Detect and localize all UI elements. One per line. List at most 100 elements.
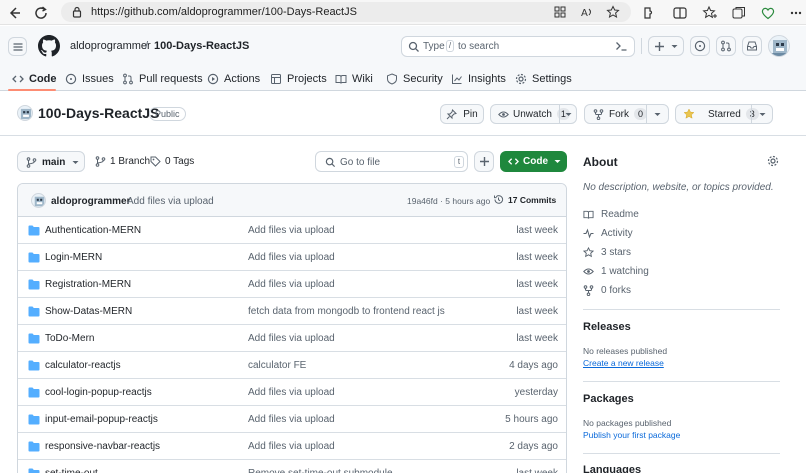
file-commit-message[interactable]: Add files via upload — [248, 441, 335, 452]
tab-security[interactable]: Security — [386, 71, 443, 87]
file-name-link[interactable]: Show-Datas-MERN — [45, 306, 132, 317]
go-to-file-shortcut: t — [454, 156, 464, 168]
more-menu-icon[interactable] — [788, 5, 804, 21]
read-aloud-icon[interactable]: A — [580, 5, 594, 19]
about-stars-link[interactable]: 3 stars — [583, 245, 631, 259]
about-watching-link[interactable]: 1 watching — [583, 264, 649, 278]
branch-select-button[interactable]: main — [17, 151, 85, 172]
publish-package-link[interactable]: Publish your first package — [583, 430, 680, 440]
fork-button[interactable]: Fork 0 — [584, 104, 669, 124]
releases-heading[interactable]: Releases — [583, 321, 631, 333]
create-release-link[interactable]: Create a new release — [583, 358, 664, 368]
extension-icon[interactable] — [641, 5, 657, 21]
unwatch-button[interactable]: Unwatch 1 — [490, 104, 577, 124]
file-name-link[interactable]: input-email-popup-reactjs — [45, 414, 158, 425]
file-name-link[interactable]: ToDo-Mern — [45, 333, 94, 344]
table-row[interactable]: Show-Datas-MERN fetch data from mongodb t… — [18, 298, 566, 325]
commit-meta[interactable]: 19a46fd · 5 hours ago — [407, 196, 490, 206]
lock-icon[interactable] — [71, 6, 83, 18]
tab-pull-requests[interactable]: Pull requests — [122, 71, 203, 87]
hamburger-menu-button[interactable] — [8, 37, 27, 56]
file-commit-message[interactable]: Add files via upload — [248, 387, 335, 398]
branches-link[interactable]: 1 Branch — [95, 156, 150, 167]
tab-wiki[interactable]: Wiki — [335, 71, 373, 87]
tab-insights[interactable]: Insights — [451, 71, 506, 87]
triangle-down-icon[interactable] — [564, 110, 573, 119]
table-row[interactable]: cool-login-popup-reactjs Add files via up… — [18, 379, 566, 406]
table-row[interactable]: input-email-popup-reactjs Add files via u… — [18, 406, 566, 433]
inbox-button[interactable] — [742, 36, 762, 56]
go-to-file-input[interactable]: Go to file t — [315, 151, 468, 172]
commit-message[interactable]: Add files via upload — [127, 196, 214, 207]
about-readme-link[interactable]: Readme — [583, 207, 639, 221]
file-commit-message[interactable]: Remove set-time-out submodule — [248, 468, 393, 473]
file-commit-message[interactable]: Add files via upload — [248, 333, 335, 344]
back-icon[interactable] — [5, 4, 23, 22]
about-activity-link[interactable]: Activity — [583, 226, 633, 240]
file-commit-date: 4 days ago — [509, 360, 558, 371]
commits-link[interactable]: 17 Commits — [493, 194, 556, 205]
issues-button[interactable] — [690, 36, 710, 56]
apps-icon[interactable] — [553, 5, 567, 19]
repo-link[interactable]: 100-Days-ReactJS — [154, 40, 249, 52]
file-commit-message[interactable]: Add files via upload — [248, 252, 335, 263]
owner-link[interactable]: aldoprogrammer — [70, 40, 151, 52]
favorite-icon[interactable] — [606, 5, 620, 19]
table-row[interactable]: ToDo-Mern Add files via upload last week — [18, 325, 566, 352]
split-screen-icon[interactable] — [672, 5, 688, 21]
commit-author[interactable]: aldoprogrammer — [51, 196, 130, 207]
file-name-link[interactable]: Login-MERN — [45, 252, 102, 263]
file-commit-message[interactable]: Add files via upload — [248, 279, 335, 290]
file-name-link[interactable]: calculator-reactjs — [45, 360, 121, 371]
url-text[interactable]: https://github.com/aldoprogrammer/100-Da… — [91, 6, 357, 18]
table-row[interactable]: Registration-MERN Add files via upload las… — [18, 271, 566, 298]
repo-owner-avatar[interactable] — [17, 105, 33, 121]
table-row[interactable]: calculator-reactjs calculator FE 4 days ag… — [18, 352, 566, 379]
starred-button[interactable]: Starred 3 — [675, 104, 773, 124]
table-row[interactable]: Authentication-MERN Add files via upload l… — [18, 217, 566, 244]
search-input[interactable]: Type / to search — [401, 36, 635, 57]
triangle-down-icon[interactable] — [758, 110, 767, 119]
code-icon — [508, 158, 519, 165]
about-forks-link[interactable]: 0 forks — [583, 283, 631, 297]
github-logo-icon[interactable] — [38, 35, 60, 57]
table-row[interactable]: responsive-navbar-reactjs Add files via u… — [18, 433, 566, 460]
file-commit-message[interactable]: fetch data from mongodb to frontend reac… — [248, 306, 445, 317]
file-commit-message[interactable]: calculator FE — [248, 360, 306, 371]
file-name-link[interactable]: responsive-navbar-reactjs — [45, 441, 160, 452]
pull-requests-button[interactable] — [716, 36, 736, 56]
browser-toolbar: https://github.com/aldoprogrammer/100-Da… — [0, 0, 806, 25]
file-commit-message[interactable]: Add files via upload — [248, 414, 335, 425]
pin-button[interactable]: Pin — [440, 104, 484, 124]
triangle-down-icon[interactable] — [653, 110, 662, 119]
address-bar[interactable]: https://github.com/aldoprogrammer/100-Da… — [61, 2, 631, 22]
heart-pulse-icon[interactable] — [760, 5, 776, 21]
graph-icon — [452, 74, 462, 84]
favorites-icon[interactable] — [702, 5, 718, 21]
file-name-link[interactable]: cool-login-popup-reactjs — [45, 387, 152, 398]
user-avatar[interactable] — [768, 35, 790, 57]
about-settings-gear-icon[interactable] — [767, 155, 779, 167]
file-name-link[interactable]: Authentication-MERN — [45, 225, 141, 236]
tab-actions[interactable]: Actions — [207, 71, 260, 87]
reload-icon[interactable] — [32, 4, 50, 22]
avatar-icon — [20, 108, 32, 120]
add-file-button[interactable] — [474, 151, 494, 172]
file-name-link[interactable]: set-time-out — [45, 468, 98, 473]
packages-heading[interactable]: Packages — [583, 393, 634, 405]
table-row[interactable]: Login-MERN Add files via upload last week — [18, 244, 566, 271]
file-commit-message[interactable]: Add files via upload — [248, 225, 335, 236]
tab-code[interactable]: Code — [12, 71, 57, 87]
command-palette-icon[interactable] — [615, 40, 628, 52]
tags-link[interactable]: 0 Tags — [150, 156, 194, 167]
create-new-button[interactable] — [648, 36, 684, 56]
commit-author-avatar[interactable] — [31, 193, 46, 208]
file-name-link[interactable]: Registration-MERN — [45, 279, 131, 290]
collections-icon[interactable] — [731, 5, 747, 21]
tab-settings[interactable]: Settings — [515, 71, 572, 87]
tab-projects[interactable]: Projects — [270, 71, 327, 87]
repo-title[interactable]: 100-Days-ReactJS — [38, 105, 159, 121]
code-button[interactable]: Code — [500, 151, 567, 172]
table-row[interactable]: set-time-out Remove set-time-out submodul… — [18, 460, 566, 473]
tab-issues[interactable]: Issues — [65, 71, 114, 87]
